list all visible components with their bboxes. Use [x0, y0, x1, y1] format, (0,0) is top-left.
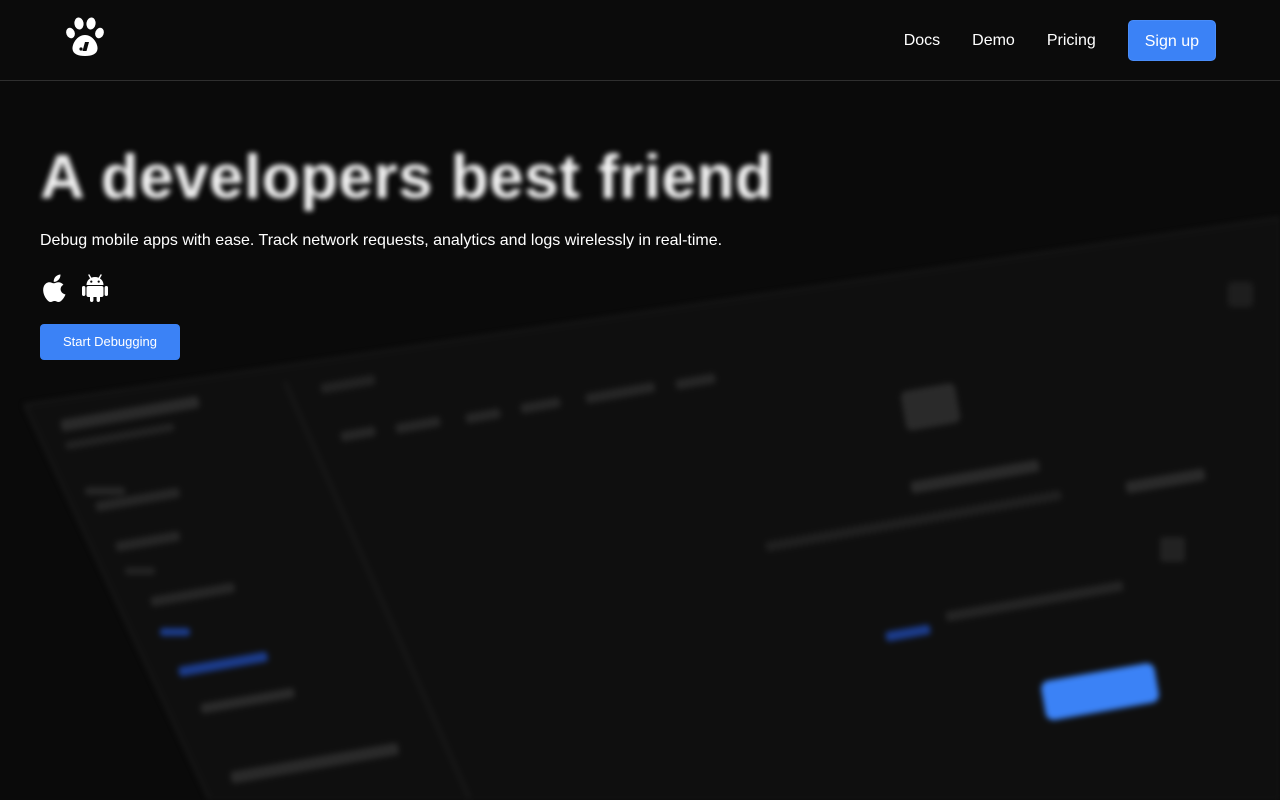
platform-icons — [40, 272, 773, 304]
landing-page: Docs Demo Pricing Sign up A developers b… — [0, 0, 1280, 800]
nav-link-docs[interactable]: Docs — [904, 32, 940, 50]
nav-link-pricing[interactable]: Pricing — [1047, 32, 1096, 50]
apple-icon — [40, 272, 70, 304]
paw-icon[interactable] — [64, 16, 108, 58]
hero-title: A developers best friend — [40, 143, 774, 212]
hero-section: A developers best friend Debug mobile ap… — [40, 140, 773, 360]
android-icon — [80, 272, 110, 304]
hero-subtitle: Debug mobile apps with ease. Track netwo… — [40, 232, 723, 249]
nav-link-demo[interactable]: Demo — [972, 32, 1015, 50]
start-debugging-button[interactable]: Start Debugging — [40, 324, 180, 360]
top-navigation-bar: Docs Demo Pricing Sign up — [0, 0, 1280, 81]
sign-up-button[interactable]: Sign up — [1127, 20, 1216, 61]
main-nav: Docs Demo Pricing Sign up — [904, 20, 1216, 61]
